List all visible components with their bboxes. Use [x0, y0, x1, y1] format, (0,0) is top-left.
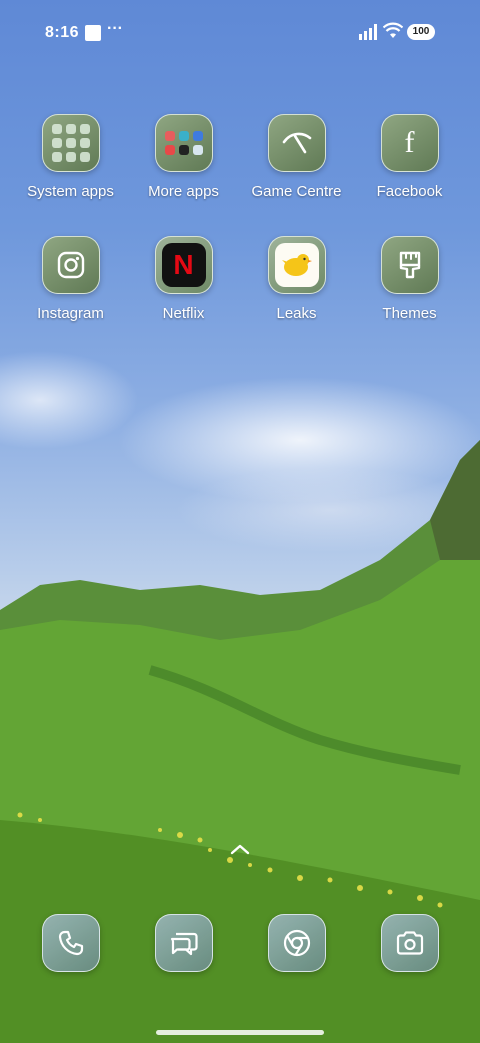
app-label: Themes — [382, 305, 437, 322]
app-label: Facebook — [376, 183, 443, 200]
app-label: System apps — [27, 183, 114, 200]
dock-phone[interactable] — [42, 914, 100, 972]
game-centre-icon — [267, 114, 326, 172]
instagram-icon — [41, 236, 100, 294]
app-label: More apps — [148, 183, 219, 200]
facebook-letter: f — [404, 126, 415, 159]
home-gesture-bar[interactable] — [156, 1030, 324, 1035]
app-netflix[interactable]: N Netflix — [127, 236, 240, 322]
netflix-letter: N — [173, 249, 194, 280]
app-drawer-chevron-icon[interactable] — [229, 842, 251, 856]
status-bar: 8:16 ··· 100 — [0, 0, 480, 64]
netflix-icon: N — [154, 236, 213, 294]
more-notifications-indicator: ··· — [107, 20, 123, 37]
dock-browser[interactable] — [268, 914, 326, 972]
app-label: Netflix — [162, 305, 205, 322]
app-themes[interactable]: Themes — [353, 236, 466, 322]
app-game-centre[interactable]: Game Centre — [240, 114, 353, 200]
app-label: Leaks — [276, 305, 317, 322]
app-more-apps-folder[interactable]: More apps — [127, 114, 240, 200]
paintbrush-icon — [380, 236, 439, 294]
folder-icon — [41, 114, 100, 172]
phone-icon — [42, 914, 100, 972]
leaks-bird-icon — [267, 236, 326, 294]
app-label: Instagram — [37, 305, 104, 322]
chrome-icon — [268, 914, 326, 972]
notification-icon — [85, 25, 101, 41]
camera-icon — [381, 914, 439, 972]
app-system-apps-folder[interactable]: System apps — [14, 114, 127, 200]
status-time: 8:16 — [45, 24, 80, 41]
messages-icon — [155, 914, 213, 972]
app-leaks[interactable]: Leaks — [240, 236, 353, 322]
app-label: Game Centre — [251, 183, 342, 200]
battery-icon: 100 — [407, 24, 435, 40]
app-instagram[interactable]: Instagram — [14, 236, 127, 322]
signal-icon — [359, 24, 377, 40]
app-facebook[interactable]: f Facebook — [353, 114, 466, 200]
folder-icon — [154, 114, 213, 172]
dock-camera[interactable] — [381, 914, 439, 972]
dock-messages[interactable] — [155, 914, 213, 972]
wifi-icon — [383, 22, 403, 38]
facebook-icon: f — [380, 114, 439, 172]
